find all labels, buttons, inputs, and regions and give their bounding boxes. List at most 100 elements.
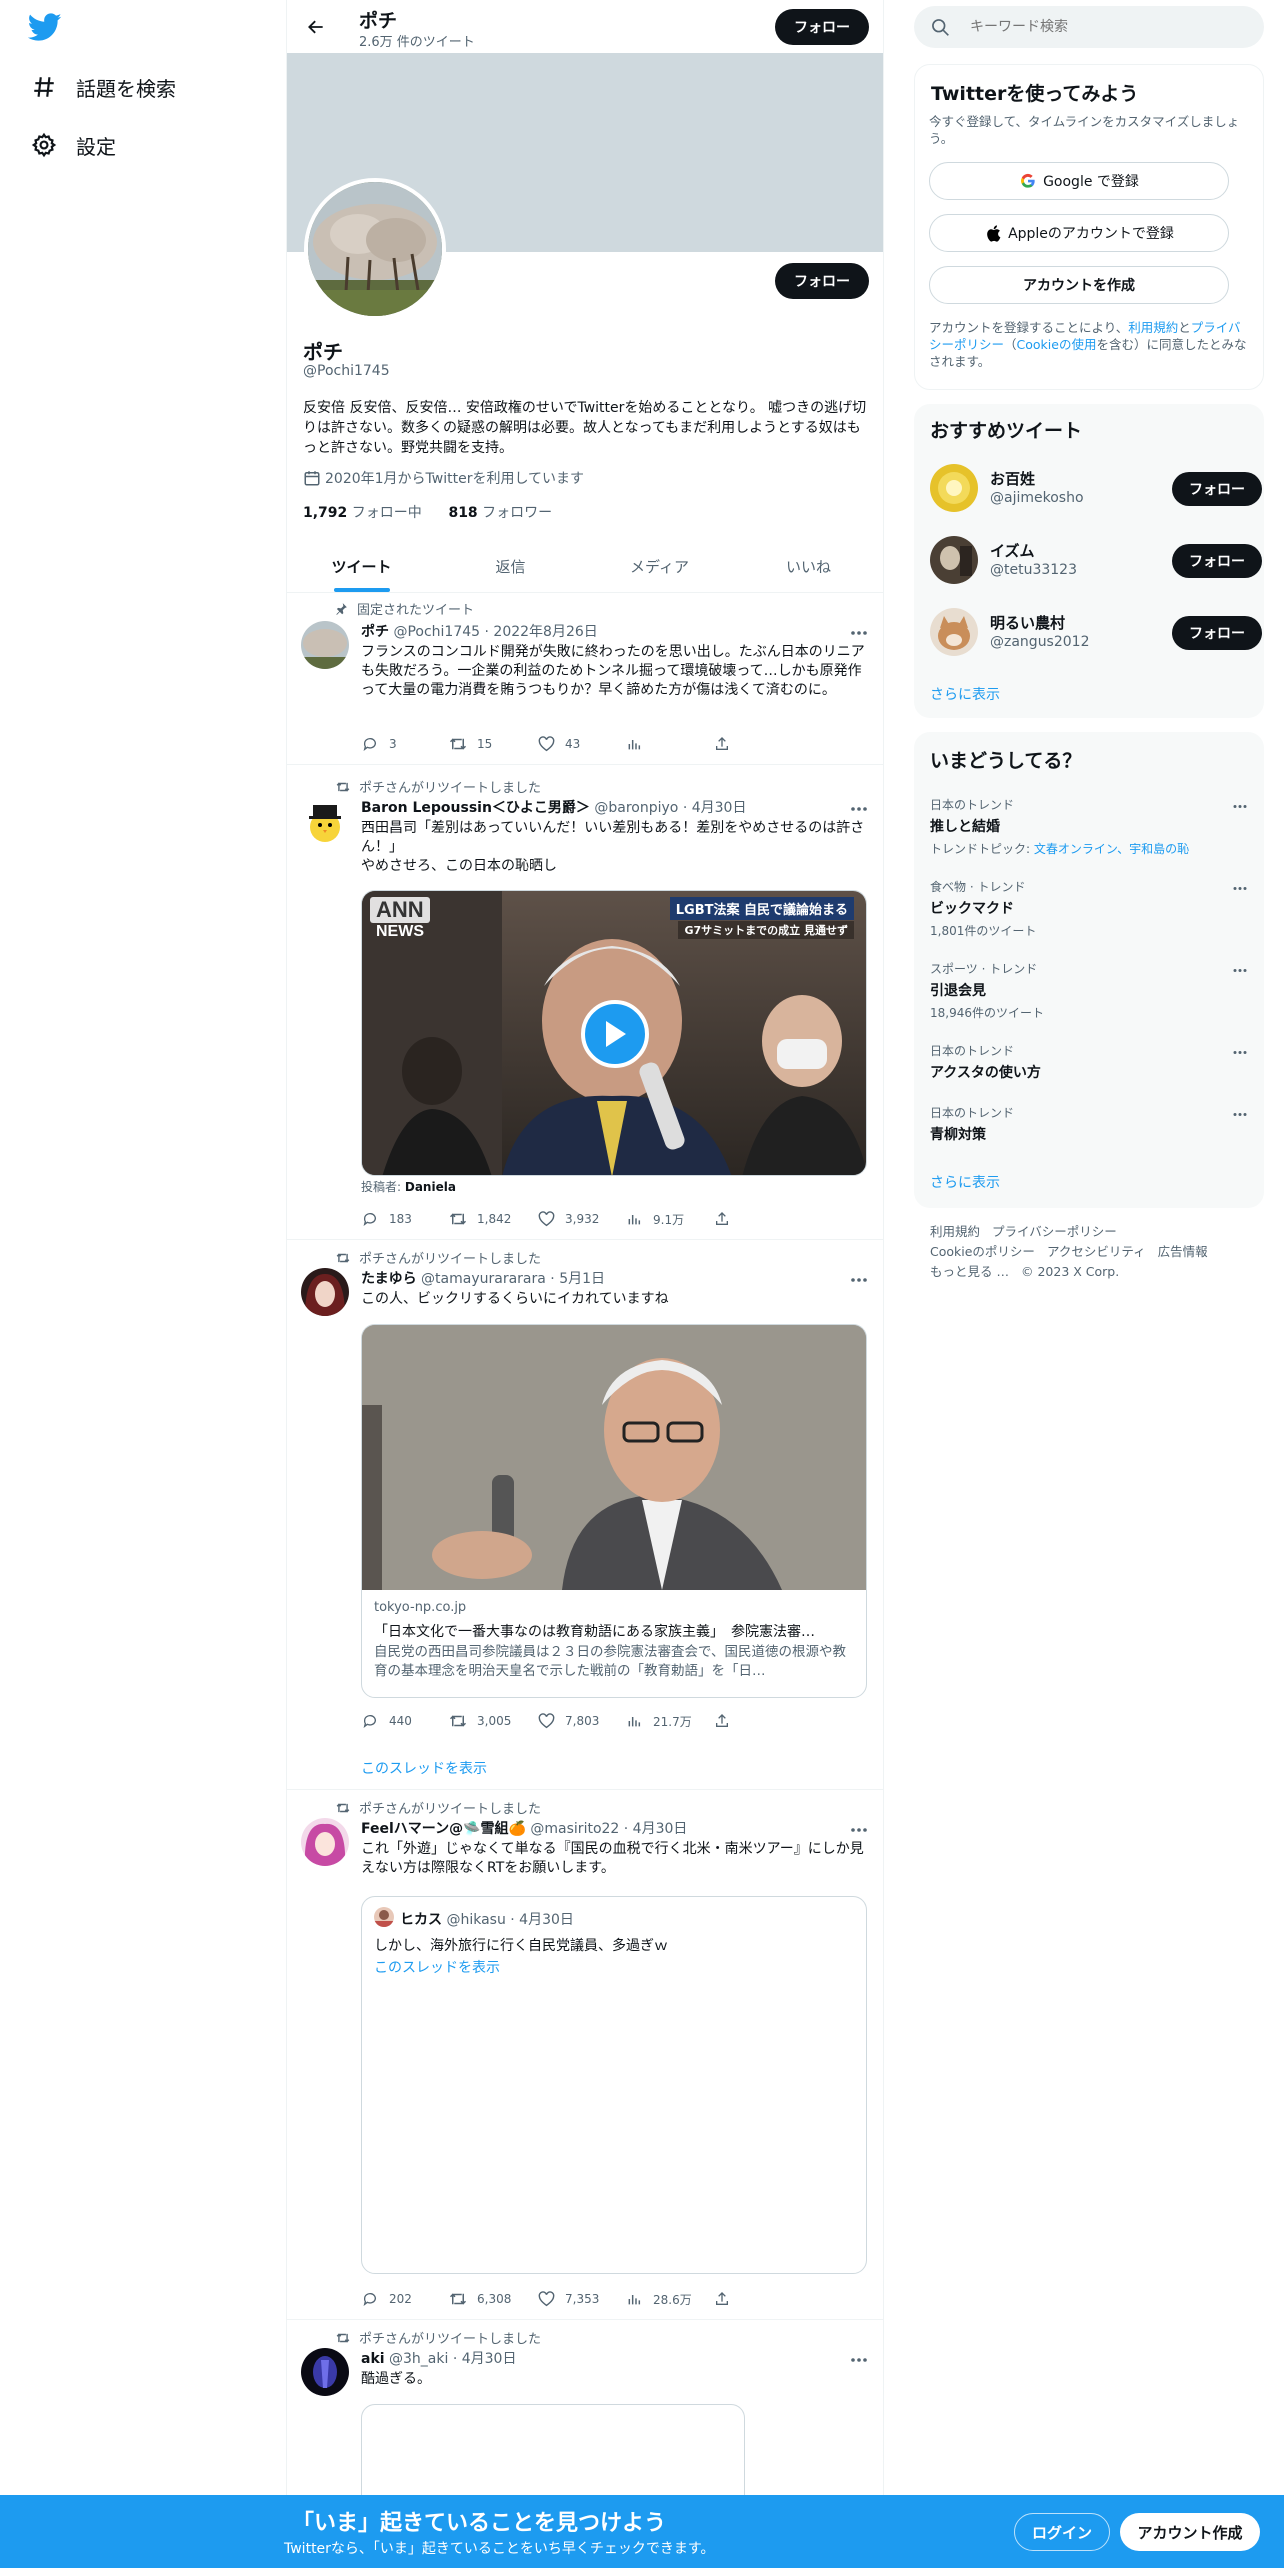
more-icon[interactable] <box>849 1820 869 1840</box>
views-button[interactable]: 28.6万 <box>625 2290 713 2308</box>
recommended-follow-button[interactable]: フォロー <box>1172 544 1262 578</box>
profile-follow-button[interactable]: フォロー <box>775 263 869 299</box>
trend-topic-link[interactable]: 文春オンライン、宇和島の恥 <box>1034 842 1189 856</box>
tab-likes[interactable]: いいね <box>734 540 883 592</box>
more-icon[interactable] <box>849 623 869 643</box>
reply-button[interactable]: 202 <box>361 2290 449 2308</box>
tweet-author-handle[interactable]: @tamayurararara <box>421 1271 546 1287</box>
tweet-author-name[interactable]: ポチ <box>361 624 389 640</box>
quoted-show-thread[interactable]: このスレッドを表示 <box>374 1957 500 1977</box>
recommended-user[interactable]: お百姓 @ajimekosho フォロー <box>930 460 1262 516</box>
views-button[interactable]: 9.1万 <box>625 1210 713 1228</box>
more-icon[interactable] <box>1230 1104 1250 1124</box>
retweet-button[interactable]: 15 <box>449 735 537 753</box>
reply-button[interactable]: 183 <box>361 1210 449 1228</box>
footer-ads[interactable]: 広告情報 <box>1158 1244 1208 1259</box>
recommended-follow-button[interactable]: フォロー <box>1172 472 1262 506</box>
avatar[interactable] <box>301 621 349 669</box>
nav-settings[interactable]: 設定 <box>30 125 116 165</box>
share-button[interactable] <box>713 1210 801 1228</box>
like-button[interactable]: 7,353 <box>537 2290 625 2308</box>
tweet-author-handle[interactable]: @Pochi1745 <box>393 624 480 640</box>
search-input[interactable] <box>970 6 1240 48</box>
like-button[interactable]: 3,932 <box>537 1210 625 1228</box>
search-box[interactable] <box>914 6 1264 48</box>
more-icon[interactable] <box>849 2350 869 2370</box>
retweet-button[interactable]: 3,005 <box>449 1712 537 1730</box>
tweet-retweet-tamayura[interactable]: ポチさんがリツイートしました たまゆら @tamayurararara · 5月… <box>287 1240 883 1790</box>
footer-accessibility[interactable]: アクセシビリティ <box>1047 1244 1146 1259</box>
tweet-author-name[interactable]: Feelハマーン@🛸雪組🍊 <box>361 1821 526 1837</box>
tweet-date[interactable]: · 5月1日 <box>550 1271 605 1287</box>
like-button[interactable]: 7,803 <box>537 1712 625 1730</box>
trend-item[interactable]: 日本のトレンド 青柳対策 <box>930 1104 1250 1144</box>
signup-button[interactable]: アカウント作成 <box>1120 2513 1260 2551</box>
trend-item[interactable]: 日本のトレンド アクスタの使い方 <box>930 1042 1250 1082</box>
share-button[interactable] <box>713 2290 801 2308</box>
reply-button[interactable]: 440 <box>361 1712 449 1730</box>
trend-item[interactable]: 日本のトレンド 推しと結婚 トレンドトピック: 文春オンライン、宇和島の恥 <box>930 796 1250 857</box>
tweet-author-name[interactable]: たまゆら <box>361 1271 417 1287</box>
tweet-author-name[interactable]: Baron Lepoussin＜ひよこ男爵＞ <box>361 800 590 816</box>
tweet-date[interactable]: · 4月30日 <box>624 1821 688 1837</box>
nav-explore[interactable]: 話題を検索 <box>30 67 176 107</box>
terms-link[interactable]: 利用規約 <box>1128 320 1178 335</box>
share-button[interactable] <box>713 735 801 753</box>
more-icon[interactable] <box>1230 960 1250 980</box>
tab-replies[interactable]: 返信 <box>436 540 585 592</box>
more-icon[interactable] <box>849 799 869 819</box>
avatar[interactable] <box>301 1268 349 1316</box>
tweet-author-handle[interactable]: @masirito22 <box>530 1821 619 1837</box>
play-icon[interactable] <box>581 1000 649 1068</box>
recommended-show-more[interactable]: さらに表示 <box>930 684 1000 704</box>
twitter-bird-icon[interactable] <box>27 13 62 43</box>
more-icon[interactable] <box>849 1270 869 1290</box>
quoted-tweet[interactable]: ヒカス @hikasu · 4月30日 しかし、海外旅行に行く自民党議員、多過ぎ… <box>361 1896 867 2274</box>
tweet-author-handle[interactable]: @3h_aki <box>389 2351 448 2367</box>
trend-item[interactable]: 食べ物 · トレンド ビックマクド 1,801件のツイート <box>930 878 1250 939</box>
trends-show-more[interactable]: さらに表示 <box>930 1172 1000 1192</box>
create-account-button[interactable]: アカウントを作成 <box>929 266 1229 304</box>
login-button[interactable]: ログイン <box>1014 2513 1110 2551</box>
tab-tweets[interactable]: ツイート <box>287 540 436 592</box>
footer-terms[interactable]: 利用規約 <box>930 1224 980 1239</box>
views-button[interactable]: 21.7万 <box>625 1712 713 1730</box>
tweet-date[interactable]: · 2022年8月26日 <box>485 624 598 640</box>
trend-item[interactable]: スポーツ · トレンド 引退会見 18,946件のツイート <box>930 960 1250 1021</box>
recommended-follow-button[interactable]: フォロー <box>1172 616 1262 650</box>
cookie-link[interactable]: Cookieの使用 <box>1017 337 1097 352</box>
like-button[interactable]: 43 <box>537 735 625 753</box>
back-arrow-icon[interactable] <box>301 12 331 42</box>
following-link[interactable]: 1,792 フォロー中 <box>303 505 422 521</box>
retweet-button[interactable]: 6,308 <box>449 2290 537 2308</box>
footer-cookie[interactable]: Cookieのポリシー <box>930 1244 1035 1259</box>
avatar[interactable] <box>301 1818 349 1866</box>
google-signup-button[interactable]: Google で登録 <box>929 162 1229 200</box>
followers-link[interactable]: 818 フォロワー <box>448 505 552 521</box>
header-follow-button[interactable]: フォロー <box>775 9 869 45</box>
more-icon[interactable] <box>1230 796 1250 816</box>
footer-more[interactable]: もっと見る … <box>930 1264 1009 1279</box>
recommended-user[interactable]: イズム @tetu33123 フォロー <box>930 532 1262 588</box>
share-button[interactable] <box>713 1712 801 1730</box>
tweet-author-name[interactable]: aki <box>361 2351 385 2367</box>
apple-signup-button[interactable]: Appleのアカウントで登録 <box>929 214 1229 252</box>
poster-name[interactable]: Daniela <box>405 1180 456 1194</box>
avatar[interactable] <box>301 2348 349 2396</box>
tweet-video[interactable]: ANN NEWS LGBT法案 自民で議論始まる G7サミットまでの成立 見通せ… <box>361 890 867 1176</box>
link-card[interactable]: tokyo-np.co.jp 「日本文化で一番大事なのは教育勅語にある家族主義」… <box>361 1324 867 1698</box>
analytics-button[interactable] <box>625 735 713 753</box>
recommended-user[interactable]: 明るい農村 @zangus2012 フォロー <box>930 604 1262 660</box>
footer-privacy[interactable]: プライバシーポリシー <box>992 1224 1117 1239</box>
profile-avatar[interactable] <box>304 178 446 320</box>
reply-button[interactable]: 3 <box>361 735 449 753</box>
more-icon[interactable] <box>1230 1042 1250 1062</box>
avatar[interactable] <box>301 797 349 845</box>
tab-media[interactable]: メディア <box>585 540 734 592</box>
more-icon[interactable] <box>1230 878 1250 898</box>
tweet-date[interactable]: · 4月30日 <box>453 2351 517 2367</box>
tweet-retweet-feel[interactable]: ポチさんがリツイートしました Feelハマーン@🛸雪組🍊 @masirito22… <box>287 1790 883 2320</box>
show-thread-link[interactable]: このスレッドを表示 <box>361 1758 487 1778</box>
tweet-author-handle[interactable]: @baronpiyo <box>594 800 678 816</box>
tweet-date[interactable]: · 4月30日 <box>683 800 747 816</box>
